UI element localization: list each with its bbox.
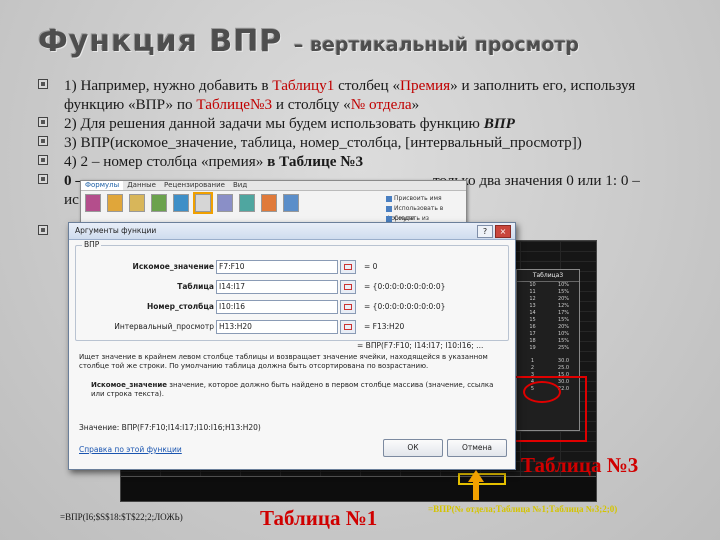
slide-title-sub: – вертикальный просмотр (293, 34, 579, 56)
table-row: 19 25% (529, 345, 570, 351)
more-functions-icon[interactable] (283, 194, 299, 212)
formula-generic: =ВПР(№ отдела;Таблица №1;Таблица №3;2;0) (428, 504, 618, 514)
financial-icon[interactable] (151, 194, 167, 212)
date-time-icon[interactable] (239, 194, 255, 212)
ribbon-tab-data[interactable]: Данные (123, 181, 160, 190)
ribbon-tab-review[interactable]: Рецензирование (160, 181, 229, 190)
table-row: 17 10% (529, 331, 570, 337)
ribbon-right-menu: Присвоить имя Использовать в формуле Соз… (386, 194, 462, 232)
formula-example: =ВПР(I6;$S$18:$T$22;2;ЛОЖЬ) (60, 512, 183, 522)
use-in-formula-icon (386, 205, 392, 212)
arg-table: Таблица I14:I17 = {0:0:0:0:0:0:0:0:0} (76, 280, 508, 294)
ribbon-tab-formulas[interactable]: Формулы (81, 181, 124, 190)
sheet-tabs-bar (121, 476, 596, 501)
table-input[interactable]: I14:I17 (216, 280, 338, 294)
create-from-selection-icon (386, 215, 392, 222)
highlight-box (513, 376, 587, 442)
bullet-marker-icon (38, 136, 48, 146)
help-link[interactable]: Справка по этой функции (79, 445, 182, 454)
arg-column-index: Номер_столбца I10:I16 = {0:0:0:0:0:0:0:0… (76, 300, 508, 314)
range-picker-icon[interactable] (340, 320, 356, 334)
text-icon[interactable] (217, 194, 233, 212)
bullet-marker-icon (38, 117, 48, 127)
bullet-marker-icon (38, 225, 48, 235)
ribbon-tab-view[interactable]: Вид (229, 181, 251, 190)
bullet-marker-icon (38, 174, 48, 184)
logical-icon[interactable] (173, 194, 189, 212)
caption-table3: Таблица №3 (521, 453, 639, 477)
table-row: 13 12% (529, 303, 570, 309)
function-arguments-dialog: Аргументы функции ? × ВПР Искомое_значен… (68, 222, 516, 470)
help-icon[interactable]: ? (477, 225, 493, 238)
arguments-group: ВПР Искомое_значение F7:F10 = 0 Таблица … (75, 240, 509, 341)
menu-use-in-formula[interactable]: Использовать в формуле (386, 204, 462, 222)
ribbon-tabs: Формулы Данные Рецензирование Вид (81, 181, 466, 191)
table-row: 18 15% (529, 338, 570, 344)
argument-description: Искомое_значение значение, которое должн… (91, 381, 494, 398)
close-icon[interactable]: × (495, 225, 511, 238)
range-picker-icon[interactable] (340, 300, 356, 314)
function-name: ВПР (82, 240, 102, 249)
ok-button[interactable]: ОК (383, 439, 443, 457)
arg-lookup-value: Искомое_значение F7:F10 = 0 (76, 260, 508, 274)
table-row: 16 20% (529, 324, 570, 330)
insert-function-icon[interactable] (85, 194, 101, 212)
menu-define-name[interactable]: Присвоить имя (386, 194, 462, 204)
table-row: 1 30.0 (530, 358, 570, 364)
math-icon[interactable] (261, 194, 277, 212)
lookup-value-input[interactable]: F7:F10 (216, 260, 338, 274)
table-row: 10 10% (529, 282, 570, 288)
range-picker-icon[interactable] (340, 260, 356, 274)
recent-icon[interactable] (129, 194, 145, 212)
bullet-4: 4) 2 – номер столбца «премия» в Таблице … (38, 152, 698, 171)
table-row: 14 17% (529, 310, 570, 316)
bullet-marker-icon (38, 79, 48, 89)
range-picker-icon[interactable] (340, 280, 356, 294)
table-row: 11 15% (529, 289, 570, 295)
arrow-shaft (473, 480, 479, 500)
lookup-reference-icon[interactable] (193, 192, 213, 214)
bullet-3: 3) ВПР(искомое_значение, таблица, номер_… (38, 133, 698, 152)
column-index-input[interactable]: I10:I16 (216, 300, 338, 314)
bullet-1: 1) Например, нужно добавить в Таблицу1 с… (38, 76, 698, 114)
table-row: 12 20% (529, 296, 570, 302)
slide-title: Функция ВПР – вертикальный просмотр (38, 24, 698, 59)
table3-header: Таблица3 (517, 270, 579, 282)
function-description: Ищет значение в крайнем левом столбце та… (79, 353, 488, 370)
table-row: 15 15% (529, 317, 570, 323)
define-name-icon (386, 195, 392, 202)
calculated-result: = ВПР(F7:F10; I14:I17; I10:I16; ... (357, 341, 484, 350)
bullet-marker-icon (38, 155, 48, 165)
formula-value: Значение: ВПР(F7:F10;I14:I17;I10:I16;H13… (79, 423, 261, 432)
range-lookup-input[interactable]: H13:H20 (216, 320, 338, 334)
caption-table1: Таблица №1 (260, 506, 378, 530)
bullet-2: 2) Для решения данной задачи мы будем ис… (38, 114, 698, 133)
autosum-icon[interactable] (107, 194, 123, 212)
dialog-title: Аргументы функции (69, 223, 515, 240)
table-row: 2 25.0 (530, 365, 570, 371)
arg-range-lookup: Интервальный_просмотр H13:H20 = F13:H20 (76, 320, 508, 334)
cancel-button[interactable]: Отмена (447, 439, 507, 457)
slide-title-main: Функция ВПР (38, 24, 283, 59)
